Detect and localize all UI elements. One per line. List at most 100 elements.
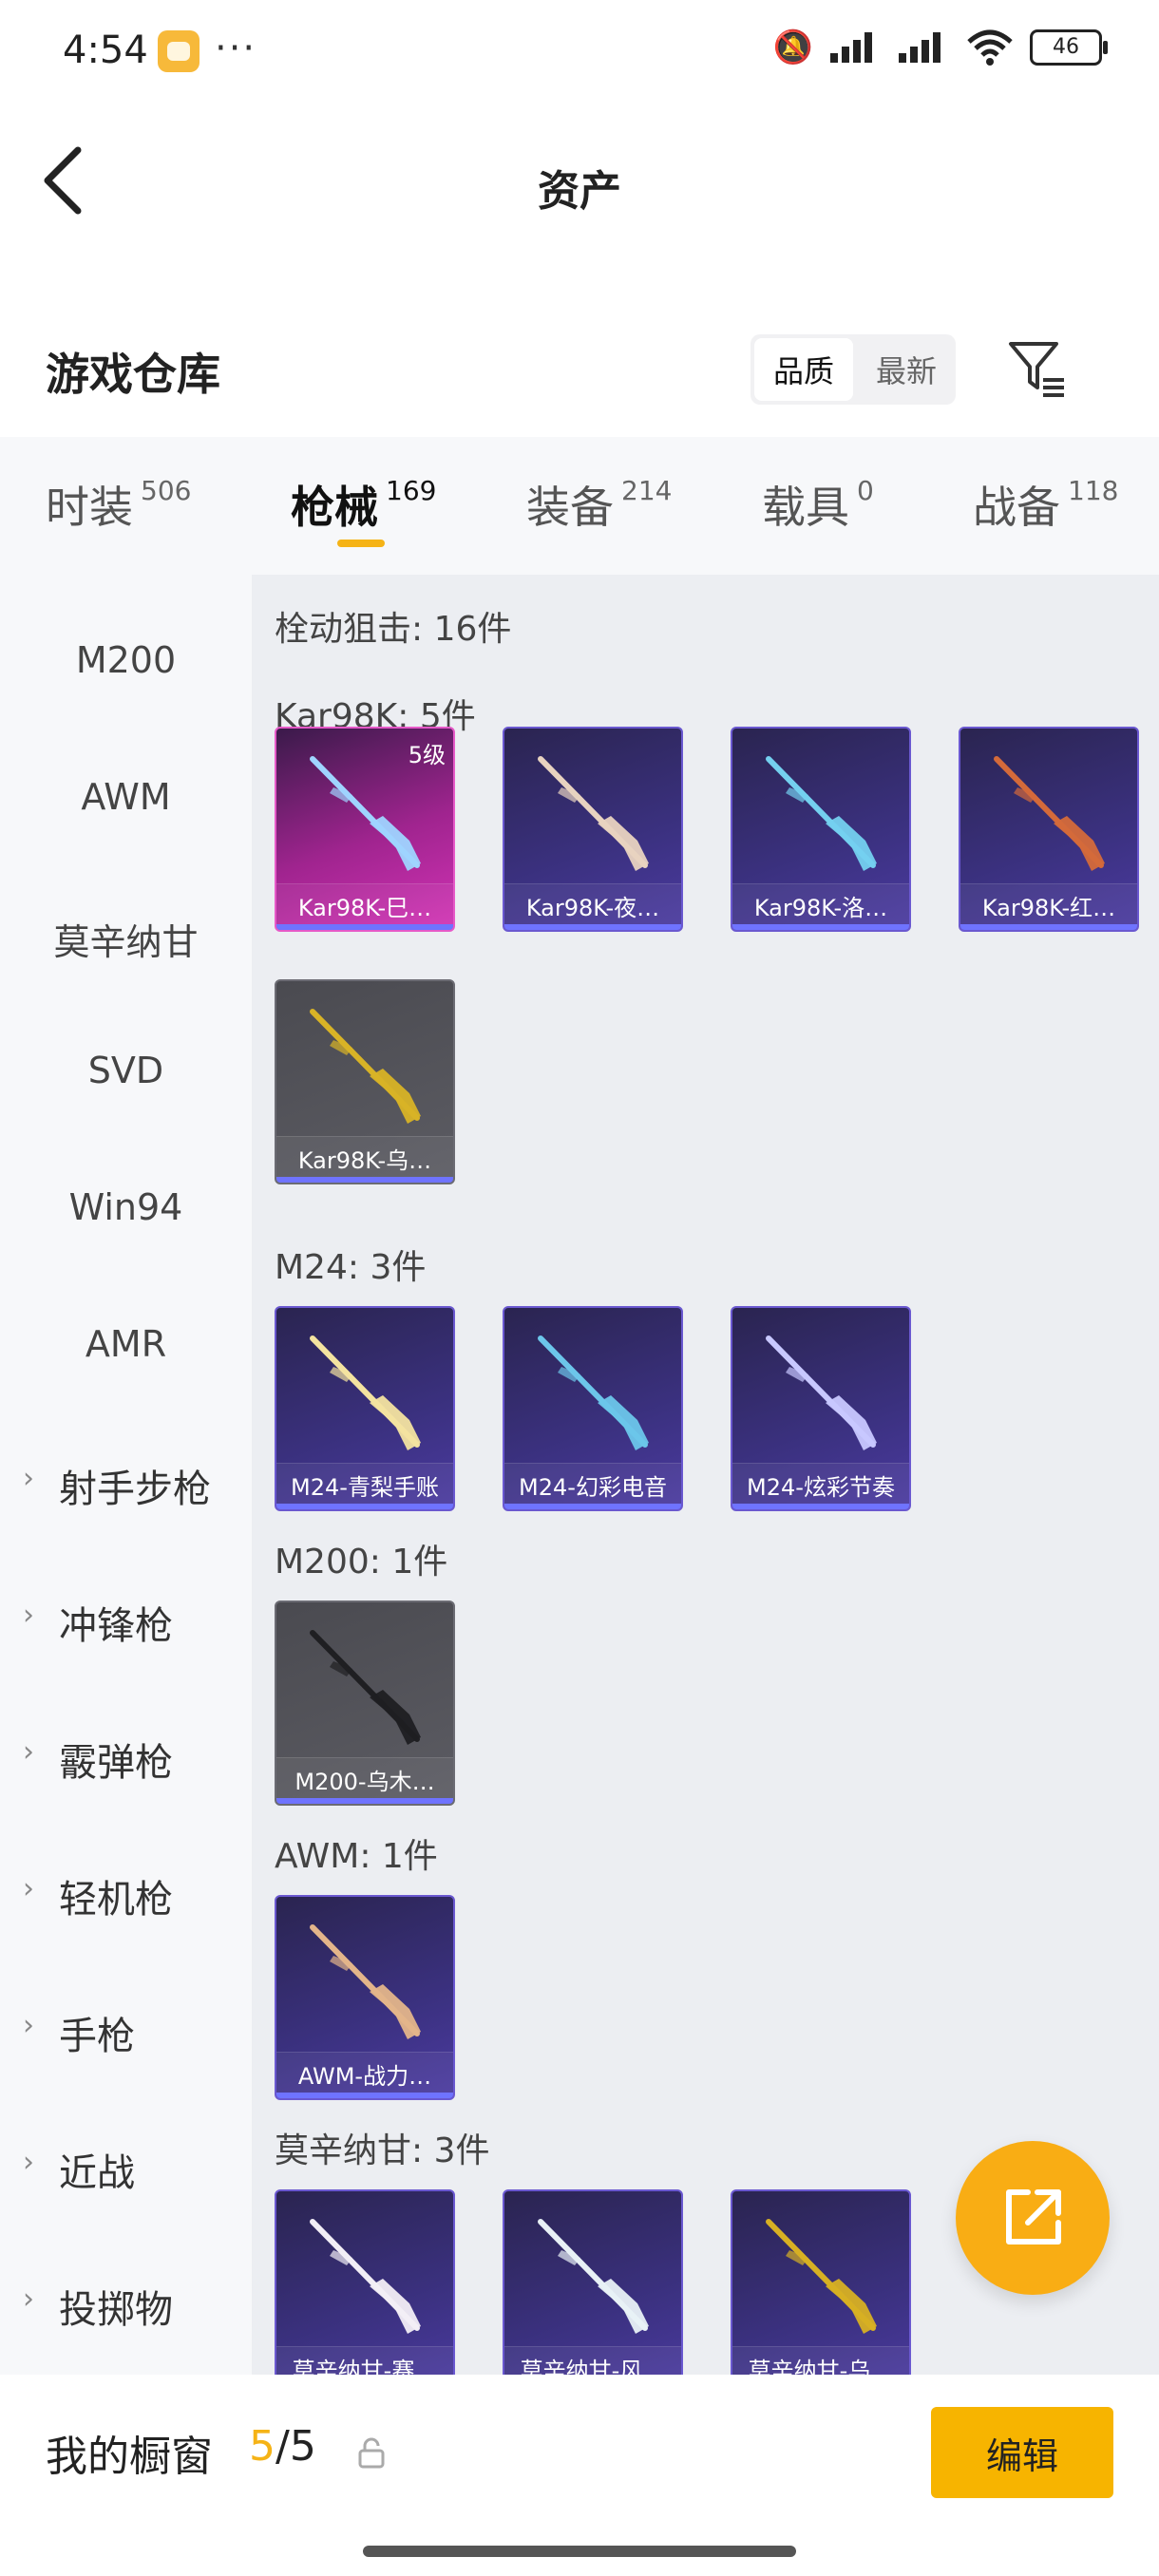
weapon-card[interactable]: 莫辛纳甘-赛… [275, 2189, 455, 2375]
showcase-count: 5/5 [249, 2422, 316, 2471]
weapon-card[interactable]: Kar98K-夜… [503, 727, 683, 932]
more-notifications-icon: ··· [215, 27, 257, 70]
weapon-name: M24-幻彩电音 [519, 1474, 667, 1501]
sidebar-group-label: 投掷物 [59, 2288, 173, 2332]
share-button[interactable] [956, 2141, 1110, 2295]
weapon-grid: 栓动狙击: 16件 Kar98K: 5件 5级 Kar98K-巳… Kar98K-夜…… [252, 575, 1159, 2375]
section-label: AWM: 1件 [275, 1837, 438, 1876]
weapon-name: M24-青梨手账 [291, 1474, 439, 1501]
battery-icon: 46 [1030, 29, 1108, 66]
weapon-card[interactable]: Kar98K-乌… [275, 979, 455, 1184]
page-title: 资产 [538, 167, 621, 216]
quality-line [960, 924, 1137, 930]
rifle-icon [310, 2219, 421, 2334]
share-icon [1006, 2189, 1061, 2245]
sidebar-group-lmg[interactable]: › 轻机枪 [0, 1868, 252, 1923]
quality-line [732, 924, 909, 930]
weapon-card[interactable]: Kar98K-红… [959, 727, 1139, 932]
chevron-right-icon: › [23, 2146, 34, 2179]
weapon-name: 莫辛纳甘-乌… [748, 2358, 894, 2375]
category-label: 栓动狙击: 16件 [275, 610, 512, 649]
sidebar-group-label: 霰弹枪 [59, 1741, 173, 1785]
chevron-right-icon: › [23, 1599, 34, 1632]
tab-count: 214 [621, 475, 673, 506]
lock-icon[interactable] [357, 2437, 386, 2470]
signal-icon-2 [899, 32, 940, 63]
quality-line [504, 1504, 681, 1509]
sidebar-group-shotgun[interactable]: › 霰弹枪 [0, 1732, 252, 1787]
weapon-card[interactable]: 莫辛纳甘-乌… [731, 2189, 911, 2375]
weapon-card[interactable]: Kar98K-洛… [731, 727, 911, 932]
tab-guns[interactable]: 枪械 169 [291, 473, 436, 536]
rifle-icon [538, 756, 649, 871]
tab-war-supplies[interactable]: 战备 118 [973, 473, 1118, 536]
weapon-card[interactable]: M24-幻彩电音 [503, 1306, 683, 1511]
wifi-icon [967, 29, 1013, 66]
weapon-card[interactable]: M200-乌木… [275, 1601, 455, 1806]
category-tabs: 时装 506 枪械 169 装备 214 载具 0 战备 118 [0, 437, 1159, 575]
sidebar-group-label: 近战 [59, 2151, 135, 2195]
mute-icon: 🔕 [772, 28, 813, 66]
rifle-icon [310, 1009, 421, 1124]
weapon-name: Kar98K-巳… [297, 895, 432, 921]
chevron-right-icon: › [23, 2282, 34, 2316]
chevron-right-icon: › [23, 1872, 34, 1905]
edit-button[interactable]: 编辑 [931, 2407, 1113, 2498]
sidebar-group-label: 轻机枪 [59, 1878, 173, 1922]
sort-newest-button[interactable]: 最新 [857, 334, 956, 405]
sort-quality-button[interactable]: 品质 [754, 338, 853, 401]
sidebar-group-label: 手枪 [59, 2015, 135, 2058]
quality-line [276, 924, 453, 930]
chevron-right-icon: › [23, 1735, 34, 1769]
sidebar-item-svd[interactable]: SVD [0, 1050, 252, 1091]
sidebar-group-smg[interactable]: › 冲锋枪 [0, 1595, 252, 1650]
weapon-card[interactable]: 莫辛纳甘-风… [503, 2189, 683, 2375]
weapon-name: 莫辛纳甘-风… [520, 2358, 666, 2375]
quality-line [504, 924, 681, 930]
rifle-icon [538, 2219, 649, 2334]
rifle-icon [766, 1335, 877, 1450]
tab-count: 169 [386, 475, 437, 506]
weapon-card[interactable]: M24-青梨手账 [275, 1306, 455, 1511]
active-tab-indicator [337, 540, 385, 547]
weapon-name: Kar98K-乌… [297, 1147, 432, 1174]
quality-line [276, 2093, 453, 2098]
weapon-name: Kar98K-洛… [753, 895, 888, 921]
weapon-card[interactable]: 5级 Kar98K-巳… [275, 727, 455, 932]
app-notification-icon [158, 30, 200, 72]
weapon-name: M24-炫彩节奏 [747, 1474, 895, 1501]
showcase-count-total: /5 [276, 2422, 316, 2471]
sidebar-group-label: 射手步枪 [59, 1468, 211, 1511]
tab-equipment[interactable]: 装备 214 [526, 473, 672, 536]
weapon-name: Kar98K-夜… [525, 895, 660, 921]
tab-label: 载具 [762, 482, 849, 533]
showcase-label: 我的橱窗 [46, 2433, 213, 2481]
quality-line [276, 1504, 453, 1509]
weapon-card[interactable]: AWM-战力… [275, 1895, 455, 2100]
sidebar-item-win94[interactable]: Win94 [0, 1186, 252, 1228]
sidebar-item-mosin[interactable]: 莫辛纳甘 [0, 913, 252, 965]
sidebar-group-pistol[interactable]: › 手枪 [0, 2005, 252, 2060]
sidebar-item-m200[interactable]: M200 [0, 639, 252, 681]
status-bar: 4:54 ··· 🔕 46 [0, 0, 1159, 104]
quality-line [276, 1177, 453, 1183]
filter-icon[interactable] [1007, 338, 1068, 399]
quality-line [276, 1798, 453, 1804]
tab-vehicles[interactable]: 载具 0 [762, 473, 874, 536]
sort-toggle: 品质 最新 [750, 334, 956, 405]
sidebar-group-throwable[interactable]: › 投掷物 [0, 2279, 252, 2334]
sidebar-group-melee[interactable]: › 近战 [0, 2142, 252, 2197]
tab-count: 118 [1068, 475, 1119, 506]
sidebar-group-dmr[interactable]: › 射手步枪 [0, 1458, 252, 1513]
rifle-icon [538, 1335, 649, 1450]
warehouse-title: 游戏仓库 [46, 349, 220, 400]
weapon-card[interactable]: M24-炫彩节奏 [731, 1306, 911, 1511]
rifle-icon [310, 1630, 421, 1745]
rifle-icon [310, 1335, 421, 1450]
weapon-name: M200-乌木… [294, 1769, 435, 1795]
sidebar-item-awm[interactable]: AWM [0, 776, 252, 818]
tab-fashion[interactable]: 时装 506 [46, 473, 191, 536]
sidebar-item-amr[interactable]: AMR [0, 1323, 252, 1365]
signal-icon [830, 32, 872, 63]
title-bar: 资产 [0, 104, 1159, 247]
